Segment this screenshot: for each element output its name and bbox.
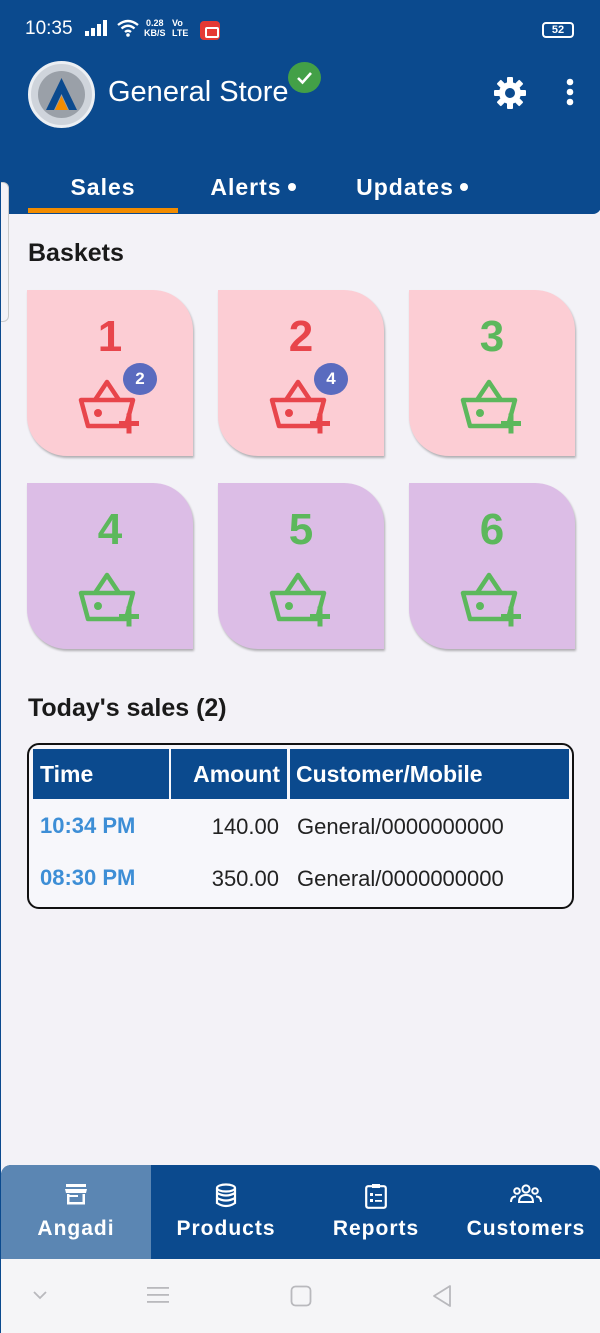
basket-number: 3 — [479, 312, 505, 361]
verified-icon — [288, 62, 321, 93]
column-header-time[interactable]: Time — [33, 749, 169, 799]
basket-number: 6 — [479, 505, 505, 554]
basket-card[interactable]: 3 — [409, 290, 575, 456]
database-icon — [215, 1183, 237, 1208]
basket-card[interactable]: 4 — [27, 483, 193, 649]
gear-icon[interactable] — [493, 76, 527, 110]
active-tab-indicator — [28, 208, 178, 213]
tab-sales-label: Sales — [70, 173, 136, 200]
network-speed-unit: KB/S — [144, 28, 166, 38]
basket-card[interactable]: 5 — [218, 483, 384, 649]
main-tabs: Sales Alerts Updates — [1, 160, 600, 214]
sale-customer: General/0000000000 — [297, 814, 504, 839]
basket-item-count-badge: 4 — [314, 363, 348, 395]
sale-time-link[interactable]: 10:34 PM — [40, 813, 135, 839]
nav-products-label: Products — [176, 1217, 276, 1240]
nav-customers[interactable]: Customers — [451, 1165, 600, 1259]
battery-indicator: 52 — [542, 22, 574, 38]
home-icon[interactable] — [290, 1285, 312, 1307]
basket-card[interactable]: 6 — [409, 483, 575, 649]
more-options-icon[interactable] — [557, 78, 583, 108]
screen-record-icon — [200, 21, 220, 40]
logo-mark-icon — [46, 78, 77, 110]
tab-alerts-label: Alerts — [210, 173, 282, 200]
status-time: 10:35 — [25, 18, 73, 39]
volte-top: Vo — [172, 18, 183, 28]
basket-add-icon — [269, 572, 330, 627]
basket-item-count-badge: 2 — [123, 363, 157, 395]
sale-amount: 140.00 — [211, 814, 279, 839]
store-logo[interactable] — [28, 61, 95, 128]
basket-add-icon — [78, 572, 139, 627]
basket-number: 1 — [97, 312, 123, 361]
basket-number: 2 — [288, 312, 314, 361]
nav-customers-label: Customers — [466, 1217, 586, 1240]
nav-reports-label: Reports — [332, 1217, 420, 1240]
basket-number: 4 — [97, 505, 123, 554]
baskets-title: Baskets — [28, 239, 124, 267]
tab-updates-label: Updates — [356, 173, 454, 200]
signal-icon — [85, 20, 107, 36]
sale-time-link[interactable]: 08:30 PM — [40, 865, 135, 891]
network-speed-value: 0.28 — [145, 18, 164, 28]
wifi-icon — [117, 19, 139, 37]
basket-card[interactable]: 24 — [218, 290, 384, 456]
updates-dot-indicator — [459, 183, 468, 191]
sales-table: Time Amount Customer/Mobile 10:34 PM 140… — [27, 743, 574, 909]
clipboard-icon — [365, 1184, 387, 1209]
volte-bottom: LTE — [172, 28, 189, 38]
basket-card[interactable]: 12 — [27, 290, 193, 456]
chevron-down-icon[interactable] — [32, 1289, 48, 1301]
store-name: General Store — [108, 76, 289, 108]
network-speed: 0.28 KB/S — [144, 18, 166, 38]
basket-number: 5 — [288, 505, 314, 554]
status-bar: 10:35 0.28 KB/S Vo LTE 52 — [1, 0, 600, 48]
nav-products[interactable]: Products — [151, 1165, 301, 1259]
tab-sales[interactable]: Sales — [28, 160, 178, 214]
volte-indicator: Vo LTE — [172, 18, 188, 38]
nav-angadi-label: Angadi — [37, 1217, 115, 1240]
people-icon — [510, 1184, 542, 1203]
app-header: General Store Sales Alerts Updates — [1, 48, 600, 214]
store-icon — [65, 1184, 87, 1205]
menu-icon[interactable] — [146, 1285, 170, 1305]
sale-customer: General/0000000000 — [297, 866, 504, 891]
back-icon[interactable] — [431, 1284, 453, 1308]
bottom-navigation: Angadi Products Reports Customers — [1, 1165, 600, 1259]
nav-angadi[interactable]: Angadi — [1, 1165, 151, 1259]
alerts-dot-indicator — [287, 183, 296, 191]
basket-add-icon — [460, 379, 521, 434]
sale-amount: 350.00 — [211, 866, 279, 891]
tab-alerts[interactable]: Alerts — [178, 160, 328, 214]
nav-reports[interactable]: Reports — [301, 1165, 451, 1259]
tab-updates[interactable]: Updates — [328, 160, 496, 214]
app-screen: 10:35 0.28 KB/S Vo LTE 52 General Store … — [0, 0, 600, 1333]
column-header-customer[interactable]: Customer/Mobile — [290, 749, 569, 799]
basket-add-icon — [460, 572, 521, 627]
edge-panel-handle[interactable] — [1, 182, 9, 322]
system-navigation-bar — [1, 1259, 600, 1333]
column-header-amount[interactable]: Amount — [171, 749, 287, 799]
todays-sales-title: Today's sales (2) — [28, 694, 227, 722]
